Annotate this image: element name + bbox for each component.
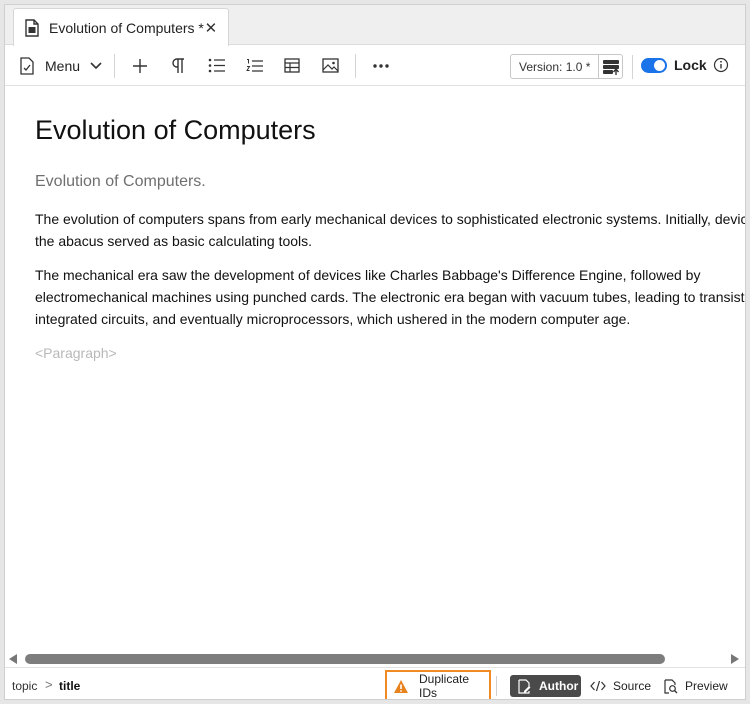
breadcrumb-separator: >: [45, 677, 53, 692]
breadcrumb-topic[interactable]: topic: [12, 679, 37, 693]
menu-label: Menu: [45, 57, 81, 74]
paragraph-icon: [171, 57, 185, 74]
tab-evolution-of-computers[interactable]: Evolution of Computers * ✕: [13, 8, 229, 46]
version-label[interactable]: Version: 1.0 *: [511, 55, 600, 78]
toolbar-divider: [355, 53, 357, 78]
tab-title: Evolution of Computers *: [49, 19, 204, 36]
document-icon: [24, 18, 40, 37]
code-icon: [590, 680, 606, 692]
menu-button[interactable]: Menu: [5, 51, 108, 81]
toolbar-divider: [114, 53, 116, 78]
toolbar: Menu Version: 1.0 * Lock: [5, 46, 745, 86]
tab-strip: Evolution of Computers * ✕: [5, 5, 745, 46]
chevron-down-icon: [90, 61, 102, 70]
image-icon: [321, 58, 339, 73]
lock-toggle-knob: [654, 60, 665, 71]
document-paragraph[interactable]: The evolution of computers spans from ea…: [35, 208, 745, 252]
numbered-list-icon: [245, 58, 263, 74]
insert-paragraph-button[interactable]: [159, 51, 197, 81]
table-icon: [284, 58, 300, 73]
scroll-left-icon[interactable]: [9, 654, 17, 664]
scrollbar-thumb[interactable]: [25, 654, 665, 664]
save-version-icon: [602, 59, 620, 75]
status-divider: [496, 676, 497, 696]
document-shortdesc[interactable]: Evolution of Computers.: [35, 173, 206, 191]
insert-table-button[interactable]: [273, 51, 311, 81]
author-icon: [517, 678, 532, 694]
preview-mode-button[interactable]: Preview: [663, 675, 728, 697]
close-icon[interactable]: ✕: [204, 19, 218, 37]
insert-image-button[interactable]: [311, 51, 349, 81]
more-options-button[interactable]: [362, 51, 400, 81]
source-mode-button[interactable]: Source: [590, 675, 651, 697]
duplicate-ids-button[interactable]: Duplicate IDs: [385, 670, 491, 700]
numbered-list-button[interactable]: [235, 51, 273, 81]
editor-canvas[interactable]: Evolution of Computers Evolution of Comp…: [5, 87, 745, 654]
bullet-list-icon: [208, 58, 225, 73]
version-control: Version: 1.0 *: [510, 54, 623, 79]
document-paragraph[interactable]: The mechanical era saw the development o…: [35, 264, 745, 330]
preview-label: Preview: [685, 679, 728, 693]
scroll-right-icon[interactable]: [731, 654, 739, 664]
document-title[interactable]: Evolution of Computers: [35, 115, 316, 146]
paragraph-placeholder[interactable]: <Paragraph>: [35, 345, 117, 361]
lock-toggle[interactable]: [641, 58, 667, 73]
source-label: Source: [613, 679, 652, 693]
duplicate-ids-label: Duplicate IDs: [419, 672, 470, 700]
add-icon: [132, 58, 148, 74]
toolbar-divider: [632, 55, 633, 79]
menu-doc-icon: [19, 56, 35, 75]
warning-icon: [393, 679, 409, 694]
insert-element-button[interactable]: [121, 51, 159, 81]
horizontal-scrollbar[interactable]: [5, 652, 745, 666]
preview-icon: [663, 678, 678, 694]
breadcrumb-title[interactable]: title: [59, 679, 80, 693]
status-bar: topic > title Duplicate IDs Author Sourc…: [5, 667, 745, 700]
author-mode-button[interactable]: Author: [510, 675, 581, 697]
save-version-button[interactable]: [599, 55, 622, 78]
author-label: Author: [539, 679, 579, 693]
lock-label: Lock: [674, 57, 707, 73]
editor-window: Evolution of Computers * ✕ Menu Version:…: [4, 4, 746, 700]
bullet-list-button[interactable]: [197, 51, 235, 81]
more-icon: [373, 63, 389, 68]
info-icon[interactable]: [713, 57, 729, 73]
